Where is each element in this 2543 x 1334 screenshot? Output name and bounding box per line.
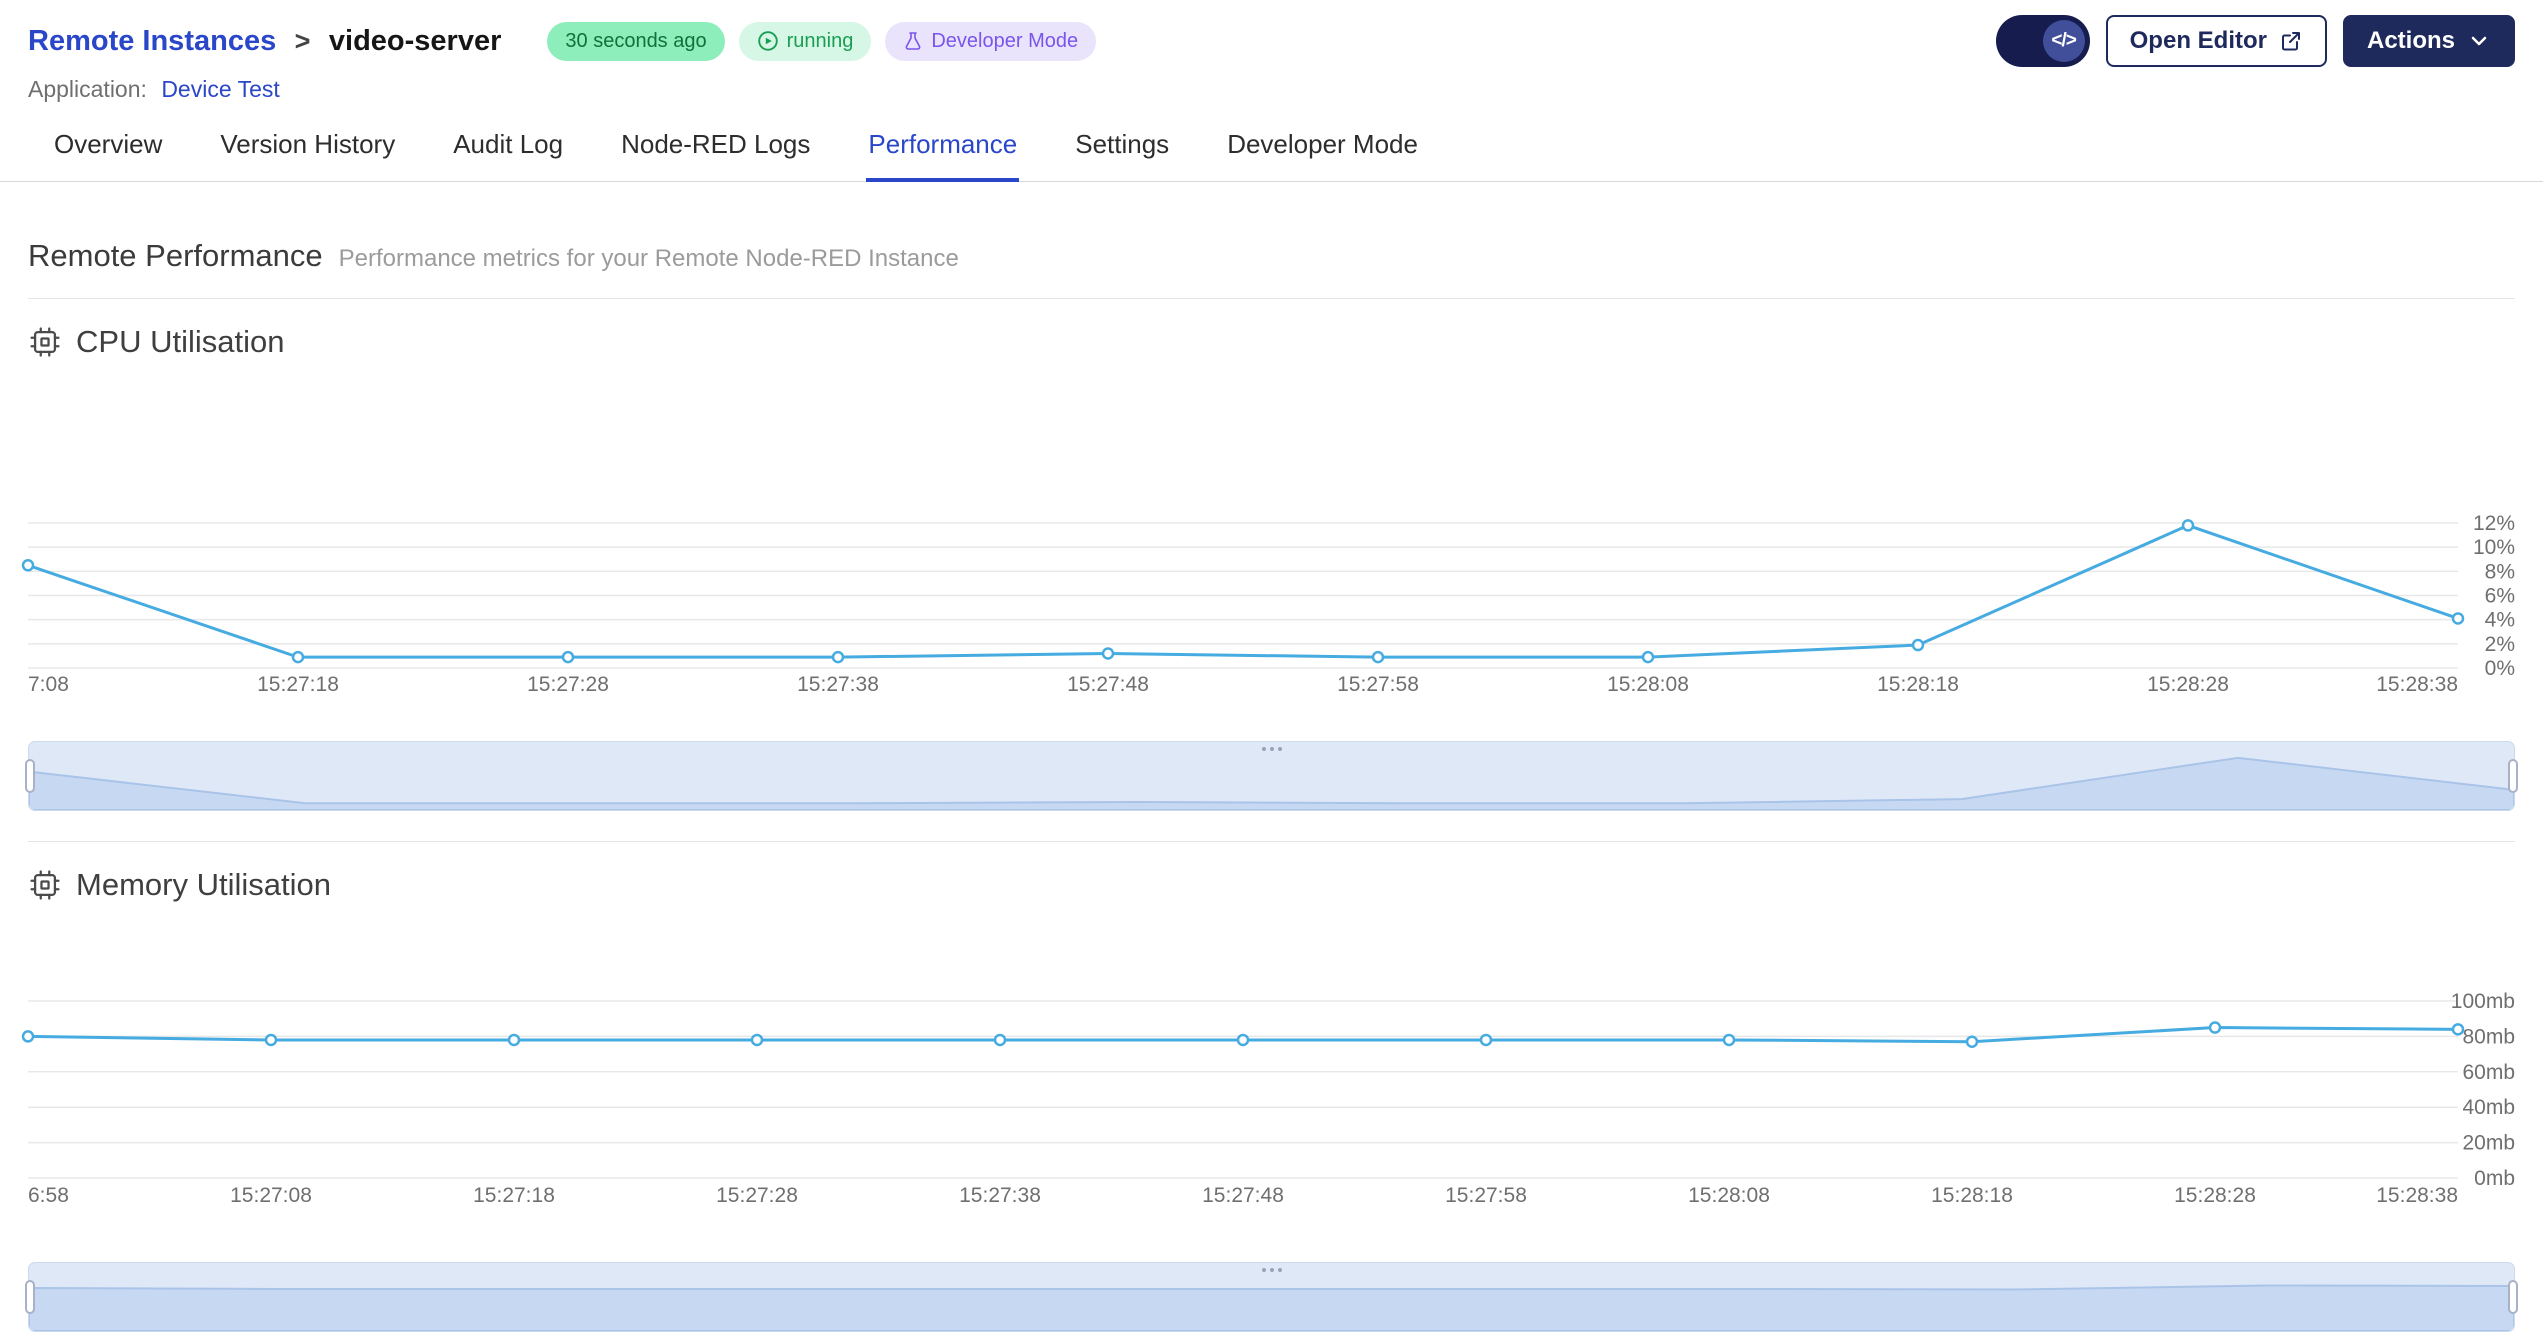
svg-text:15:27:28: 15:27:28 [716,1184,798,1207]
memory-brush-area [29,1284,2514,1331]
tab-audit-log[interactable]: Audit Log [451,115,565,182]
cpu-chart-title: CPU Utilisation [76,324,285,359]
svg-text:6%: 6% [2485,585,2515,608]
cpu-chart-title-row: CPU Utilisation [28,321,2515,363]
svg-text:15:28:08: 15:28:08 [1607,673,1689,696]
tab-overview[interactable]: Overview [52,115,164,182]
status-badge: running [738,21,872,61]
memory-chart-title: Memory Utilisation [76,867,331,902]
cpu-utilisation-section: CPU Utilisation 0% 2% 4% 6% 8% 10% 12% 7:08 15:2… [21,321,2518,811]
toggle-knob: </> [2042,20,2085,62]
svg-text:8%: 8% [2485,560,2515,583]
tab-settings[interactable]: Settings [1073,115,1171,182]
svg-text:20mb: 20mb [2462,1132,2515,1155]
svg-text:100mb: 100mb [2451,990,2515,1013]
application-link[interactable]: Device Test [161,76,279,102]
svg-text:0mb: 0mb [2474,1167,2515,1190]
svg-text:15:27:18: 15:27:18 [257,673,339,696]
brush-grip[interactable] [1261,747,1282,751]
brush-handle-left[interactable] [25,1280,35,1314]
svg-text:15:27:38: 15:27:38 [959,1184,1041,1207]
svg-text:15:28:18: 15:28:18 [1931,1184,2013,1207]
svg-text:15:27:08: 15:27:08 [230,1184,312,1207]
section-header: Remote Performance Performance metrics f… [28,238,2515,299]
svg-text:15:27:58: 15:27:58 [1337,673,1419,696]
actions-button[interactable]: Actions [2342,15,2515,67]
svg-text:7:08: 7:08 [28,673,69,696]
tab-bar: Overview Version History Audit Log Node-… [0,115,2543,182]
code-icon: </> [2051,30,2077,51]
tab-performance[interactable]: Performance [866,115,1020,182]
svg-text:60mb: 60mb [2462,1061,2515,1084]
open-editor-label: Open Editor [2129,27,2267,54]
svg-text:15:28:38: 15:28:38 [2376,1184,2458,1207]
open-editor-button[interactable]: Open Editor [2105,15,2327,67]
chevron-down-icon [2471,36,2487,46]
brush-handle-right[interactable] [2508,759,2518,793]
svg-text:15:27:58: 15:27:58 [1445,1184,1527,1207]
actions-label: Actions [2366,27,2455,54]
breadcrumb-current-instance: video-server [328,24,502,57]
svg-text:15:27:38: 15:27:38 [797,673,879,696]
svg-text:10%: 10% [2473,536,2515,559]
main-content: Remote Performance Performance metrics f… [0,238,2543,1332]
brush-handle-right[interactable] [2508,1280,2518,1314]
svg-text:15:27:18: 15:27:18 [473,1184,555,1207]
last-updated-label: 30 seconds ago [565,29,707,52]
cpu-chip-icon [30,327,60,357]
tab-version-history[interactable]: Version History [218,115,397,182]
svg-text:2%: 2% [2485,633,2515,656]
svg-text:15:27:48: 15:27:48 [1202,1184,1284,1207]
svg-text:80mb: 80mb [2462,1025,2515,1048]
page-header: Remote Instances > video-server 30 secon… [0,0,2543,103]
svg-text:15:27:48: 15:27:48 [1067,673,1149,696]
svg-text:15:27:28: 15:27:28 [527,673,609,696]
memory-chart-canvas[interactable]: 0mb 20mb 40mb 60mb 80mb 100mb 6:58 15:27:08 15:2… [21,906,2515,1216]
svg-text:6:58: 6:58 [28,1184,69,1207]
memory-chip-icon [30,870,60,900]
svg-text:0%: 0% [2485,657,2515,680]
application-row: Application: Device Test [28,76,2515,103]
last-updated-badge: 30 seconds ago [547,21,725,61]
svg-text:12%: 12% [2473,512,2515,535]
memory-utilisation-section: Memory Utilisation 0mb 20mb 40mb 60mb 80mb 10… [21,841,2518,1332]
memory-chart-title-row: Memory Utilisation [28,864,2515,906]
svg-text:4%: 4% [2485,609,2515,632]
developer-mode-label: Developer Mode [931,29,1079,52]
application-label: Application: [28,76,147,102]
flask-icon [905,32,921,50]
breadcrumb-separator: > [294,25,311,56]
svg-text:15:28:08: 15:28:08 [1688,1184,1770,1207]
breadcrumb: Remote Instances > video-server [28,25,501,58]
brush-grip[interactable] [1261,1268,1282,1272]
tab-developer-mode[interactable]: Developer Mode [1225,115,1420,182]
memory-brush[interactable] [25,1262,2518,1332]
cpu-chart-canvas[interactable]: 0%2%4%6%8%10%12% 7:08 15:27:18 15:27:28 15:2… [21,363,2515,696]
svg-text:15:28:38: 15:28:38 [2376,673,2458,696]
play-circle-icon [757,31,778,51]
svg-text:40mb: 40mb [2462,1096,2515,1119]
svg-text:15:28:28: 15:28:28 [2147,673,2229,696]
breadcrumb-link-remote-instances[interactable]: Remote Instances [28,25,276,57]
badge-group: 30 seconds ago running Developer Mode [547,21,1097,61]
status-label: running [786,29,854,52]
developer-mode-badge: Developer Mode [885,21,1097,61]
cpu-brush-area [29,756,2514,810]
brush-handle-left[interactable] [25,759,35,793]
header-toolbar: </> Open Editor Actions [1995,15,2515,67]
page-title: Remote Performance [28,238,323,273]
svg-text:15:28:28: 15:28:28 [2174,1184,2256,1207]
page-subtitle: Performance metrics for your Remote Node… [338,245,959,272]
developer-mode-toggle[interactable]: </> [1995,15,2090,67]
tab-node-red-logs[interactable]: Node-RED Logs [619,115,812,182]
cpu-brush[interactable] [25,741,2518,811]
svg-text:15:28:18: 15:28:18 [1877,673,1959,696]
external-link-icon [2281,32,2300,51]
